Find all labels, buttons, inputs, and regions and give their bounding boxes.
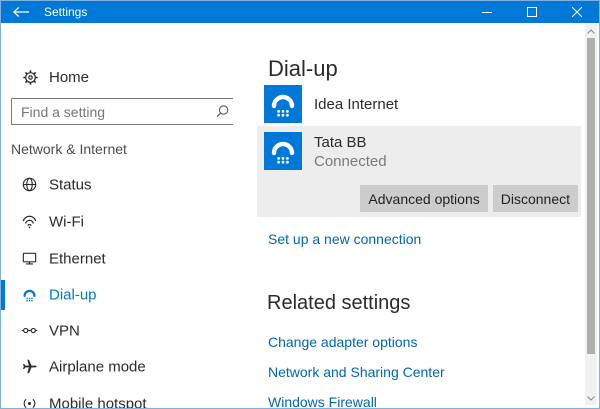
disconnect-button[interactable]: Disconnect xyxy=(493,185,578,212)
minimize-button[interactable] xyxy=(464,1,509,23)
related-settings-title: Related settings xyxy=(267,292,410,315)
connection-actions: Advanced options Disconnect xyxy=(360,185,578,212)
page-title: Dial-up xyxy=(268,56,338,82)
connection-status: Connected xyxy=(314,152,387,171)
setup-new-connection-link[interactable]: Set up a new connection xyxy=(268,231,421,247)
close-icon xyxy=(572,7,582,17)
wifi-icon xyxy=(21,213,38,230)
network-sharing-center-link[interactable]: Network and Sharing Center xyxy=(268,364,445,380)
airplane-icon xyxy=(21,358,38,375)
connection-item-idea-internet[interactable]: Idea Internet xyxy=(257,85,581,123)
sidebar-item-label: VPN xyxy=(49,323,80,340)
sidebar-section-label: Network & Internet xyxy=(11,141,127,157)
sidebar-home-label: Home xyxy=(49,69,89,86)
titlebar: Settings xyxy=(1,1,599,23)
ethernet-icon xyxy=(21,250,38,267)
scroll-up-icon[interactable] xyxy=(585,25,597,37)
main-content: Dial-up Idea Internet xyxy=(233,23,585,408)
sidebar-item-label: Dial-up xyxy=(49,287,97,304)
gear-icon xyxy=(22,69,39,86)
sidebar-item-airplane-mode[interactable]: Airplane mode xyxy=(1,349,233,385)
maximize-button[interactable] xyxy=(509,1,554,23)
change-adapter-options-link[interactable]: Change adapter options xyxy=(268,334,417,350)
sidebar-item-label: Wi-Fi xyxy=(49,214,84,231)
connection-header: Tata BB Connected xyxy=(264,132,387,171)
sidebar-item-ethernet[interactable]: Ethernet xyxy=(1,241,233,277)
sidebar-item-label: Ethernet xyxy=(49,251,106,268)
connection-text: Tata BB Connected xyxy=(314,132,387,171)
settings-window: Settings xyxy=(0,0,600,409)
sidebar-item-mobile-hotspot[interactable]: Mobile hotspot xyxy=(1,386,233,409)
scrollbar-thumb[interactable] xyxy=(587,38,595,354)
advanced-options-button[interactable]: Advanced options xyxy=(360,185,487,212)
windows-firewall-link[interactable]: Windows Firewall xyxy=(268,394,377,409)
sidebar-item-dialup[interactable]: Dial-up xyxy=(1,277,233,313)
search-input[interactable] xyxy=(12,99,236,124)
vpn-icon xyxy=(21,322,38,339)
connection-name: Tata BB xyxy=(314,133,387,152)
selected-indicator xyxy=(1,280,5,310)
sidebar-item-label: Airplane mode xyxy=(49,359,146,376)
back-arrow-icon xyxy=(12,6,30,18)
back-button[interactable] xyxy=(1,1,41,23)
sidebar-item-status[interactable]: Status xyxy=(1,167,233,203)
sidebar-item-label: Status xyxy=(49,177,92,194)
dialup-connection-icon xyxy=(264,132,302,170)
connection-name: Idea Internet xyxy=(314,96,398,113)
dialup-phone-icon xyxy=(21,286,38,303)
window-title: Settings xyxy=(41,1,87,23)
sidebar-item-label: Mobile hotspot xyxy=(49,396,147,409)
hotspot-icon xyxy=(21,395,38,409)
search-box xyxy=(11,98,237,125)
close-button[interactable] xyxy=(554,1,599,23)
search-icon xyxy=(214,104,230,120)
caption-buttons xyxy=(464,1,599,23)
sidebar-item-vpn[interactable]: VPN xyxy=(1,313,233,349)
dialup-connection-icon xyxy=(264,85,302,123)
globe-icon xyxy=(21,176,38,193)
sidebar-item-wifi[interactable]: Wi-Fi xyxy=(1,204,233,240)
minimize-icon xyxy=(482,7,492,17)
sidebar-item-home[interactable]: Home xyxy=(1,63,233,91)
sidebar: Home Network & Internet Status xyxy=(1,23,233,408)
connection-item-tata-bb[interactable]: Tata BB Connected Advanced options Disco… xyxy=(257,126,581,217)
scroll-down-icon[interactable] xyxy=(585,392,597,404)
scrollbar[interactable] xyxy=(585,24,597,405)
maximize-icon xyxy=(527,7,537,17)
